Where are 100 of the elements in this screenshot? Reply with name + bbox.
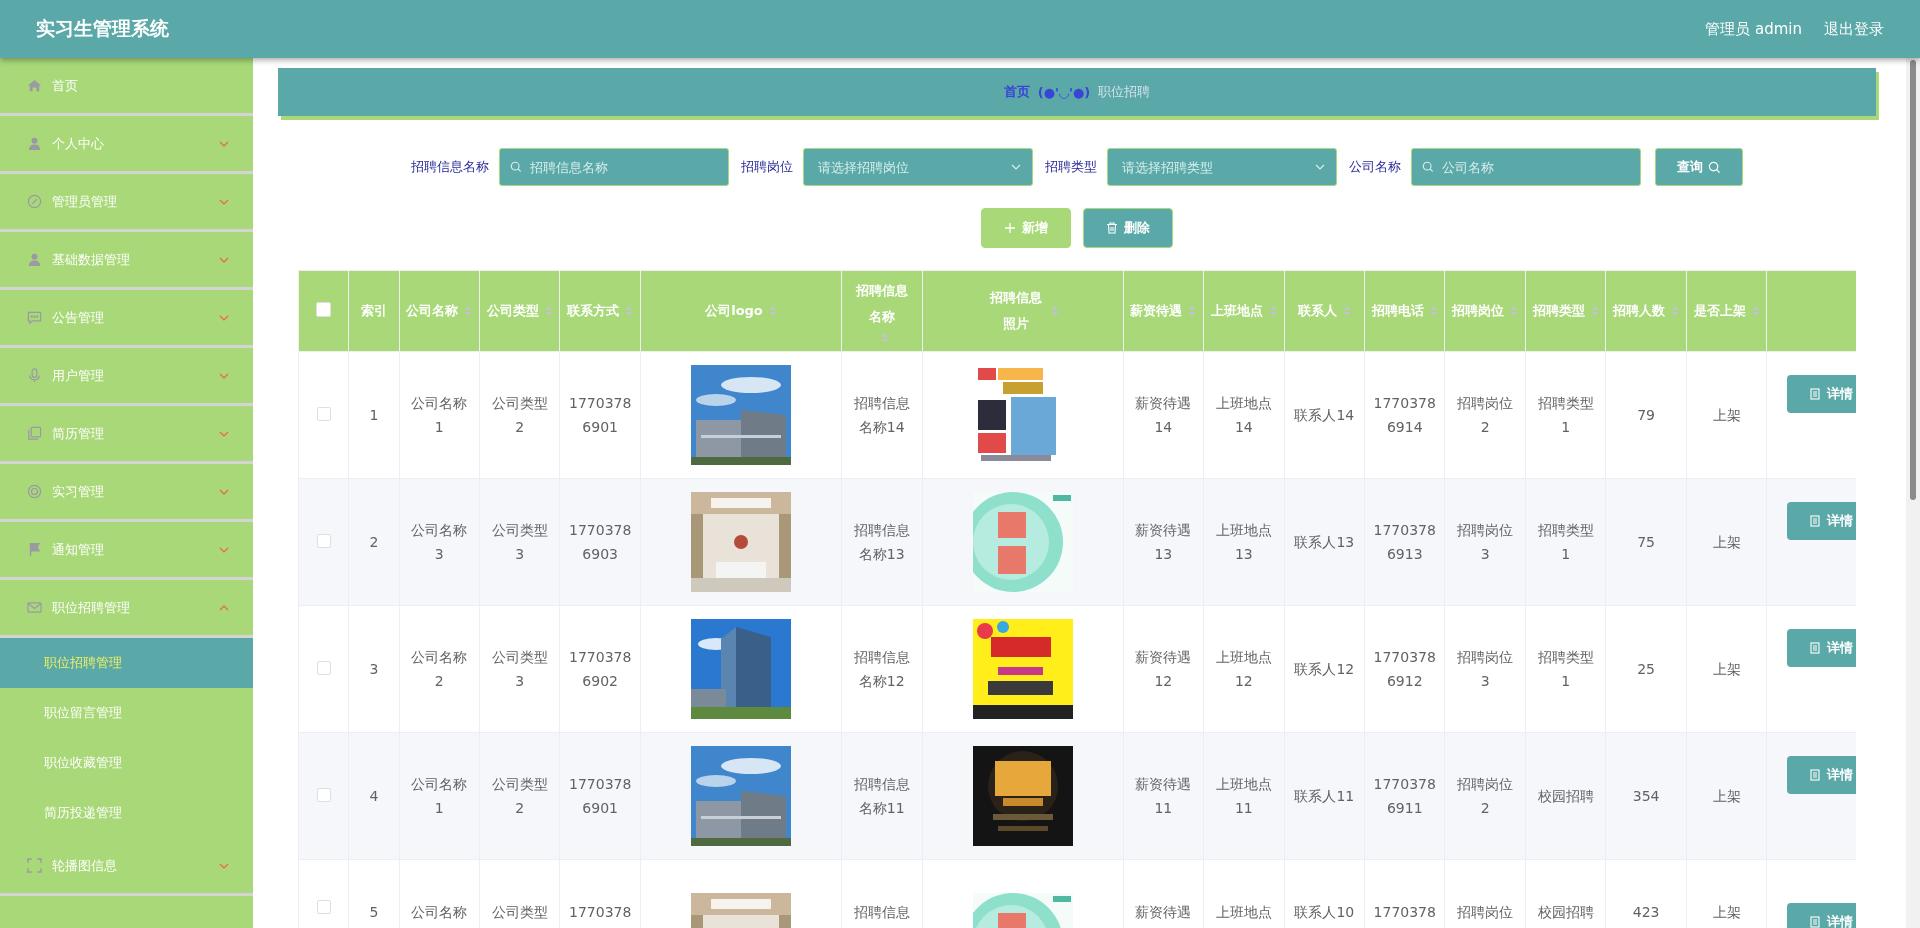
sort-icon[interactable]: [1342, 305, 1351, 317]
menu-item[interactable]: 通知管理: [0, 522, 253, 580]
field-label: 招聘岗位: [741, 158, 793, 176]
table-cell-text: 招聘岗位3: [1456, 521, 1515, 564]
sort-icon[interactable]: [768, 305, 777, 317]
select-field[interactable]: 请选择招聘岗位: [803, 148, 1033, 186]
table-cell-text: 354: [1632, 787, 1660, 806]
column-header[interactable]: 招聘人数: [1605, 270, 1687, 352]
table-cell-text: 校园招聘: [1537, 787, 1594, 806]
sort-icon[interactable]: [1671, 305, 1680, 317]
menu-item[interactable]: 管理员管理: [0, 174, 253, 232]
detail-button[interactable]: 详情: [1787, 375, 1856, 413]
column-header[interactable]: 联系方式: [559, 270, 641, 352]
sort-icon[interactable]: [544, 305, 553, 317]
sort-icon[interactable]: [1268, 305, 1277, 317]
sort-icon[interactable]: [1188, 305, 1197, 317]
column-header[interactable]: 招聘类型: [1525, 270, 1606, 352]
detail-button[interactable]: 详情: [1787, 502, 1856, 540]
table-cell-text: 1: [369, 406, 379, 425]
column-header[interactable]: 公司名称: [399, 270, 480, 352]
column-header[interactable]: 招聘信息名称: [841, 270, 922, 352]
column-header[interactable]: 是否上架: [1686, 270, 1767, 352]
ring-icon: [27, 484, 42, 499]
detail-button[interactable]: 详情: [1787, 756, 1856, 794]
column-header[interactable]: 招聘信息照片: [922, 270, 1124, 352]
menu-item[interactable]: 首页: [0, 58, 253, 116]
sort-icon[interactable]: [1429, 305, 1438, 317]
submenu-item[interactable]: 职位留言管理: [0, 688, 253, 738]
add-button[interactable]: 新增: [981, 208, 1071, 248]
table-cell-text: 上架: [1712, 406, 1741, 425]
column-header[interactable]: 招聘岗位: [1444, 270, 1526, 352]
document-icon: [1809, 769, 1822, 781]
search-field[interactable]: 招聘信息名称: [499, 148, 729, 186]
submenu-item[interactable]: 职位收藏管理: [0, 738, 253, 788]
menu-item[interactable]: 基础数据管理: [0, 232, 253, 290]
menu-item[interactable]: 个人中心: [0, 116, 253, 174]
detail-button[interactable]: 详情: [1787, 903, 1856, 928]
sort-icon[interactable]: [1751, 305, 1760, 317]
field-label: 招聘信息名称: [411, 158, 489, 176]
select-all-checkbox[interactable]: [316, 302, 332, 317]
table-cell-text: 招聘信息名称14: [852, 394, 911, 437]
submenu-item[interactable]: 简历投递管理: [0, 788, 253, 838]
menu-item[interactable]: 用户管理: [0, 348, 253, 406]
menu-item[interactable]: 公告管理: [0, 290, 253, 348]
sort-icon[interactable]: [1050, 305, 1059, 317]
delete-button[interactable]: 删除: [1083, 208, 1173, 248]
column-header[interactable]: 公司logo: [640, 270, 842, 352]
sort-icon[interactable]: [625, 305, 634, 317]
table-cell-text: 招聘岗位: [1457, 903, 1514, 922]
table-cell-text: 公司名称1: [410, 394, 469, 437]
column-header[interactable]: 上班地点: [1203, 270, 1285, 352]
sort-icon[interactable]: [880, 332, 889, 344]
logout-link[interactable]: 退出登录: [1824, 19, 1884, 39]
scrollbar[interactable]: [1906, 58, 1920, 928]
menu-item[interactable]: 轮播图信息: [0, 838, 253, 896]
column-header[interactable]: 薪资待遇: [1123, 270, 1204, 352]
table-cell-text: 17703786902: [568, 648, 633, 691]
chevron-icon: [1315, 164, 1325, 170]
search-field[interactable]: 公司名称: [1411, 148, 1641, 186]
table-cell-text: 招聘类型1: [1536, 521, 1595, 564]
table-cell-text: 上班地点11: [1214, 775, 1273, 818]
table-cell-text: 79: [1637, 406, 1655, 425]
table-cell-text: 上班地点14: [1214, 394, 1273, 437]
sort-icon[interactable]: [1510, 305, 1519, 317]
query-button[interactable]: 查询: [1655, 148, 1743, 186]
table-cell-text: 上架: [1712, 787, 1741, 806]
detail-button[interactable]: 详情: [1787, 629, 1856, 667]
table-cell-text: 25: [1637, 660, 1655, 679]
table-cell-text: 薪资待遇11: [1134, 775, 1193, 818]
row-checkbox[interactable]: [316, 533, 331, 548]
home-icon: [27, 78, 42, 93]
person-icon: [27, 136, 42, 151]
table-cell-text: 423: [1632, 903, 1660, 922]
row-checkbox[interactable]: [316, 787, 331, 802]
menu-item[interactable]: 简历管理: [0, 406, 253, 464]
app-title: 实习生管理系统: [36, 16, 169, 41]
column-header[interactable]: 联系人: [1284, 270, 1365, 352]
row-checkbox[interactable]: [316, 406, 331, 421]
document-icon: [1809, 642, 1822, 654]
table-cell-text: 公司类型3: [490, 648, 549, 691]
mic-icon: [27, 368, 42, 383]
table-cell-text: 17703786901: [568, 394, 633, 437]
breadcrumb-link[interactable]: 首页: [1003, 83, 1030, 101]
row-checkbox[interactable]: [316, 660, 331, 675]
table-cell-text: 公司名称3: [410, 521, 469, 564]
sort-icon[interactable]: [1590, 305, 1599, 317]
table-cell-text: 薪资待遇14: [1134, 394, 1193, 437]
field-label: 招聘类型: [1045, 158, 1097, 176]
search-icon: [1422, 161, 1434, 173]
table-cell-text: 17703786914: [1372, 394, 1437, 437]
column-header[interactable]: 公司类型: [479, 270, 560, 352]
table-cell-text: 2: [369, 533, 379, 552]
submenu-item[interactable]: 职位招聘管理: [0, 638, 253, 688]
menu-item[interactable]: 实习管理: [0, 464, 253, 522]
sort-icon[interactable]: [464, 305, 473, 317]
column-header[interactable]: 招聘电话: [1364, 270, 1445, 352]
row-checkbox[interactable]: [316, 900, 331, 914]
table-cell-text: 上班地点13: [1214, 521, 1273, 564]
table-cell-text: 17703786912: [1372, 648, 1437, 691]
select-field[interactable]: 请选择招聘类型: [1107, 148, 1337, 186]
